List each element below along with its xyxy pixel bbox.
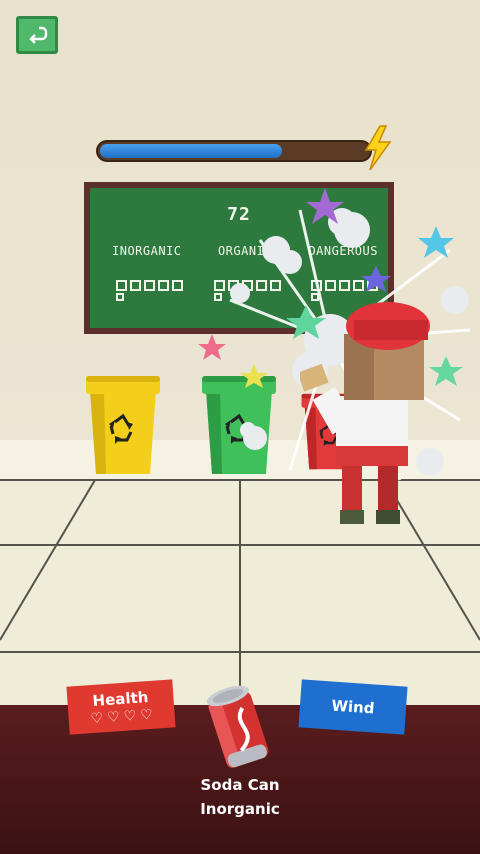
- category-dangerous: DANGEROUS: [308, 244, 378, 258]
- inorganic-slots: [116, 280, 183, 301]
- yellow-bin-graphic: [86, 376, 160, 474]
- item-type: Inorganic: [200, 800, 280, 818]
- wind-card: Wind: [298, 679, 408, 735]
- yellow-bin[interactable]: [84, 370, 162, 476]
- player-character: [300, 302, 430, 524]
- green-bin[interactable]: [200, 370, 278, 476]
- item-name: Soda Can: [200, 776, 280, 794]
- soda-can[interactable]: [204, 680, 274, 774]
- back-button[interactable]: [16, 16, 58, 54]
- organic-slots: [213, 280, 281, 301]
- energy-bar-fill: [100, 144, 282, 158]
- health-hearts: ♡ ♡ ♡ ♡: [90, 706, 154, 728]
- dangerous-slots: [311, 280, 378, 301]
- wind-label: Wind: [330, 696, 376, 718]
- score-value: 72: [227, 204, 251, 225]
- heart-icon: ♡: [123, 707, 137, 725]
- game-scene[interactable]: 72 INORGANIC ORGANIC DANGEROUS Health ♡ …: [0, 0, 480, 854]
- heart-icon: ♡: [90, 710, 104, 728]
- green-bin-graphic: [202, 376, 276, 474]
- lightning-icon: [364, 125, 392, 171]
- heart-icon: ♡: [139, 706, 154, 724]
- category-organic: ORGANIC: [217, 244, 273, 258]
- category-labels: INORGANIC ORGANIC DANGEROUS: [112, 244, 378, 258]
- back-arrow-icon: [29, 26, 48, 44]
- category-inorganic: INORGANIC: [112, 244, 182, 258]
- health-card: Health ♡ ♡ ♡ ♡: [66, 679, 176, 735]
- energy-bar: [96, 140, 372, 162]
- heart-icon: ♡: [106, 709, 121, 726]
- category-progress: [116, 280, 378, 301]
